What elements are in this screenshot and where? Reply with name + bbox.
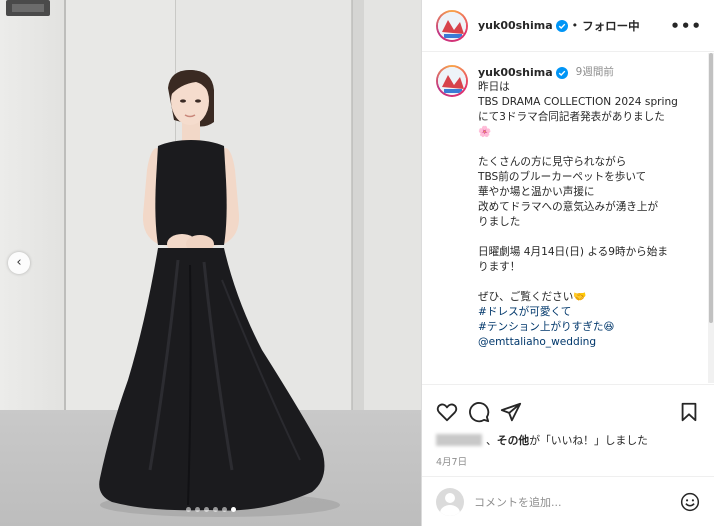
caption-line: たくさんの方に見守られながら xyxy=(478,156,627,168)
caption-line xyxy=(478,275,706,290)
caption-line: ぜひ、ご覧ください🤝 xyxy=(478,291,587,303)
likes-prefix: 、 xyxy=(486,434,497,447)
hashtag-link[interactable]: @emttaliaho_wedding xyxy=(478,335,706,350)
caption-line: 昨日は xyxy=(478,81,510,93)
caption-text: yuk00shima 9週間前 昨日は TBS DRAMA COLLECTION … xyxy=(478,65,706,350)
caption-line xyxy=(478,140,706,155)
comment-bar: コメントを追加... xyxy=(422,476,714,526)
likes-others-link[interactable]: その他 xyxy=(497,432,529,448)
caption-line xyxy=(478,230,706,245)
post-side-panel: yuk00shima • フォロー中 ••• yuk00shima 9週間前 昨… xyxy=(421,0,714,526)
more-options-icon[interactable]: ••• xyxy=(670,17,702,35)
carousel-dot xyxy=(185,507,191,512)
separator: • xyxy=(571,19,579,32)
likes-summary: 、 その他 が「いいね！」しました xyxy=(422,423,714,448)
comment-icon[interactable] xyxy=(468,401,490,423)
comment-input[interactable]: コメントを追加... xyxy=(474,494,680,510)
post-time[interactable]: 9週間前 xyxy=(576,65,614,80)
follow-status-button[interactable]: フォロー中 xyxy=(582,18,640,34)
blurred-username xyxy=(436,434,482,446)
user-avatar xyxy=(436,487,464,516)
avatar[interactable] xyxy=(436,9,468,42)
caption-username[interactable]: yuk00shima xyxy=(478,65,553,80)
caption-line: 日曜劇場 4月14日(日) よる9時から始ま xyxy=(478,246,668,258)
share-icon[interactable] xyxy=(500,401,522,423)
likes-suffix: が「いいね！」しました xyxy=(529,434,648,447)
caption-line: 改めてドラマへの意気込みが湧き上が xyxy=(478,201,659,213)
verified-badge-icon xyxy=(555,66,568,79)
post-photo[interactable]: ‹ xyxy=(0,0,421,526)
heart-icon[interactable] xyxy=(436,401,458,423)
hashtag-link[interactable]: #テンション上がりすぎた😆 xyxy=(478,320,706,335)
caption-scrollbar[interactable] xyxy=(708,53,714,383)
post-header: yuk00shima • フォロー中 ••• xyxy=(422,0,714,52)
emoji-icon[interactable] xyxy=(680,492,700,512)
carousel-dot xyxy=(203,507,209,512)
caption-line: ります！ xyxy=(478,261,521,273)
caption-line: TBS前のブルーカーペットを歩いて xyxy=(478,171,647,183)
carousel-dot xyxy=(212,507,218,512)
hashtag-link[interactable]: #ドレスが可愛くて xyxy=(478,305,706,320)
caption-line: にて3ドラマ合同記者発表がありました xyxy=(478,111,665,123)
verified-badge-icon xyxy=(555,19,568,32)
caption-area: yuk00shima 9週間前 昨日は TBS DRAMA COLLECTION … xyxy=(422,53,714,383)
carousel-indicator xyxy=(0,507,421,512)
woman-in-black-gown xyxy=(99,70,340,517)
carousel-dot xyxy=(194,507,200,512)
post-date[interactable]: 4月7日 xyxy=(422,448,714,468)
bookmark-icon[interactable] xyxy=(678,401,700,423)
caption-line: 華やか場と温かい声援に xyxy=(478,186,595,198)
carousel-dot xyxy=(230,507,236,512)
caption-line: 🌸 xyxy=(478,126,492,138)
carousel-prev-button[interactable]: ‹ xyxy=(8,252,30,274)
caption-line: りました xyxy=(478,216,521,228)
caption-line: TBS DRAMA COLLECTION 2024 spring xyxy=(478,96,678,108)
username[interactable]: yuk00shima xyxy=(478,19,553,32)
carousel-dot xyxy=(221,507,227,512)
caption-avatar[interactable] xyxy=(436,65,468,97)
post-actions: 、 その他 が「いいね！」しました 4月7日 コメントを追加... xyxy=(422,384,714,526)
instagram-post: ‹ yuk00shima • フォロー中 ••• yuk00shima 9週間前… xyxy=(0,0,714,526)
